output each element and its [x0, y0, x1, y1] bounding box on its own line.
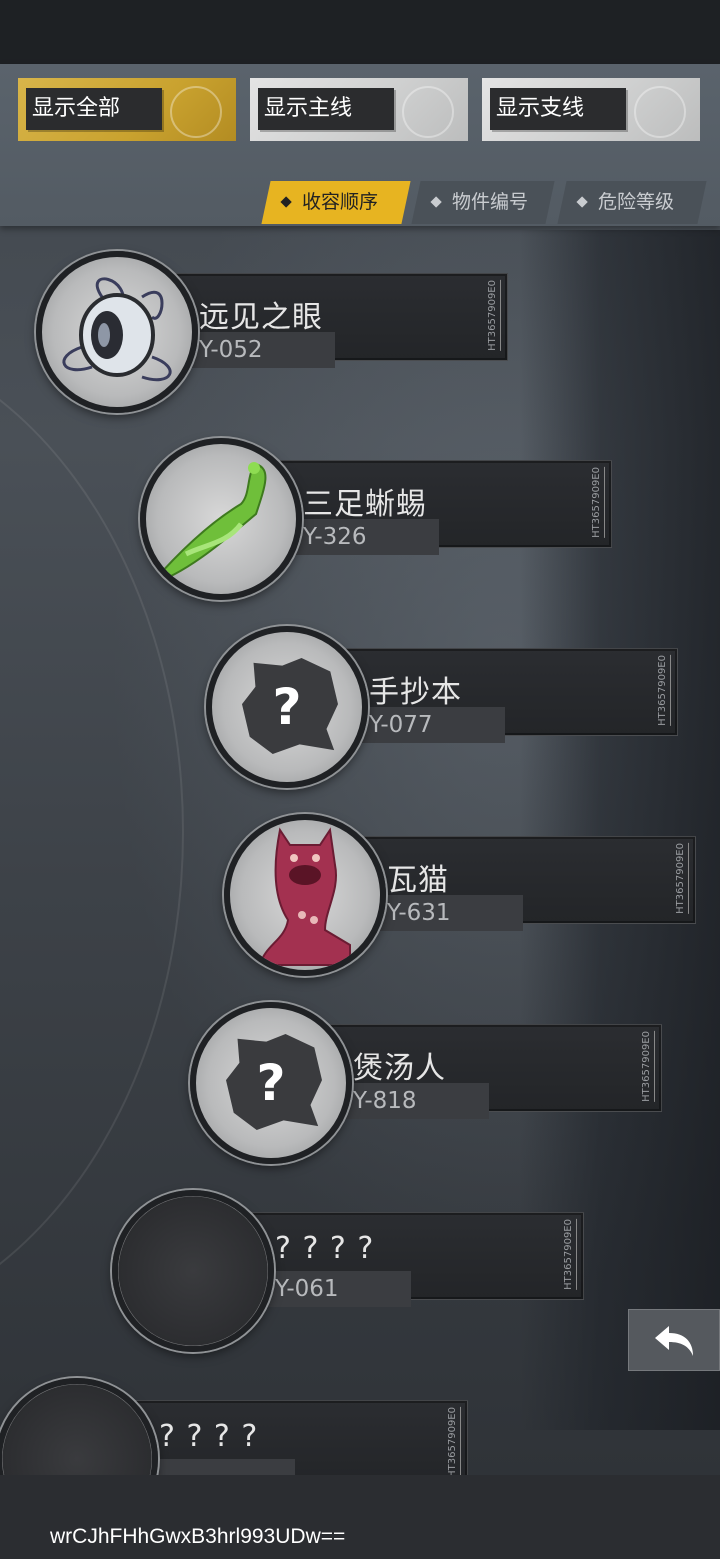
list-item[interactable]: ? ? ? ? HT3657909E0: [0, 1372, 720, 1475]
back-button[interactable]: [628, 1309, 720, 1371]
unknown-question-icon: ?: [206, 626, 368, 788]
status-bar: [0, 0, 720, 64]
unknown-question-icon: ?: [190, 1002, 352, 1164]
tile-cat-icon: [224, 814, 386, 976]
item-serial: HT3657909E0: [641, 1031, 655, 1102]
item-plate: ? ? ? ? Y-061 HT3657909E0: [250, 1212, 584, 1307]
item-name: 煲汤人: [353, 1051, 446, 1086]
item-code: Y-052: [175, 332, 335, 368]
item-code: Y-631: [363, 895, 523, 931]
list-item[interactable]: 手抄本 Y-077 HT3657909E0 ?: [0, 620, 720, 790]
filter-main-line-button[interactable]: 显示主线: [250, 78, 468, 141]
question-mark: ?: [272, 678, 302, 736]
item-code: Y-326: [279, 519, 439, 555]
sort-tab-label: 收容顺序: [302, 191, 379, 213]
item-name: ? ? ? ?: [159, 1419, 259, 1454]
watermark-text: wrCJhFHhGwxB3hrl993UDw==: [50, 1525, 346, 1548]
item-plate: ? ? ? ? HT3657909E0: [134, 1400, 468, 1475]
return-arrow-icon: [655, 1326, 693, 1356]
item-name: 手抄本: [369, 675, 462, 710]
ornament-icon: [402, 86, 454, 138]
sort-tab-label: 危险等级: [598, 191, 675, 213]
list-item[interactable]: 三足蜥蜴 Y-326 HT3657909E0: [0, 432, 720, 602]
diamond-icon: [280, 196, 292, 208]
sort-tab-danger-level[interactable]: 危险等级: [557, 181, 707, 224]
item-code: Y-061: [251, 1271, 411, 1307]
sort-tab-containment-order[interactable]: 收容顺序: [261, 181, 411, 224]
list-item[interactable]: 瓦猫 Y-631 HT3657909E0: [0, 808, 720, 978]
item-name: 远见之眼: [199, 300, 323, 335]
sort-tab-object-number[interactable]: 物件编号: [411, 181, 555, 224]
filter-show-all-button[interactable]: 显示全部: [18, 78, 236, 141]
item-name: 瓦猫: [387, 863, 449, 898]
item-serial: HT3657909E0: [675, 843, 689, 914]
sort-tab-label: 物件编号: [452, 191, 529, 213]
item-plate: 远见之眼 Y-052 HT3657909E0: [174, 273, 508, 368]
item-plate: 煲汤人 Y-818 HT3657909E0: [328, 1024, 662, 1119]
ornament-icon: [170, 86, 222, 138]
list-item[interactable]: ? ? ? ? Y-061 HT3657909E0: [0, 1184, 720, 1354]
jade-lizard-icon: [140, 438, 302, 600]
filter-label: 显示支线: [490, 88, 626, 130]
item-name: 三足蜥蜴: [303, 487, 427, 522]
item-code: Y-818: [329, 1083, 489, 1119]
locked-silhouette-icon: [112, 1190, 274, 1352]
item-code: Y-077: [345, 707, 505, 743]
filter-label: 显示全部: [26, 88, 162, 130]
item-name: ? ? ? ?: [275, 1231, 375, 1266]
ornament-icon: [634, 86, 686, 138]
eye-icon: [36, 251, 198, 413]
diamond-icon: [576, 196, 588, 208]
filter-side-line-button[interactable]: 显示支线: [482, 78, 700, 141]
item-plate: 瓦猫 Y-631 HT3657909E0: [362, 836, 696, 931]
item-serial: HT3657909E0: [563, 1219, 577, 1290]
item-serial: HT3657909E0: [657, 655, 671, 726]
filter-label: 显示主线: [258, 88, 394, 130]
list-item[interactable]: 煲汤人 Y-818 HT3657909E0 ?: [0, 996, 720, 1166]
item-serial: HT3657909E0: [591, 467, 605, 538]
item-serial: HT3657909E0: [487, 280, 501, 351]
item-serial: HT3657909E0: [447, 1407, 461, 1475]
list-item[interactable]: 远见之眼 Y-052 HT3657909E0: [0, 245, 720, 415]
item-code: [135, 1459, 295, 1475]
item-plate: 三足蜥蜴 Y-326 HT3657909E0: [278, 460, 612, 555]
locked-silhouette-icon: [0, 1378, 158, 1475]
diamond-icon: [430, 196, 442, 208]
item-plate: 手抄本 Y-077 HT3657909E0: [344, 648, 678, 743]
question-mark: ?: [256, 1054, 286, 1112]
